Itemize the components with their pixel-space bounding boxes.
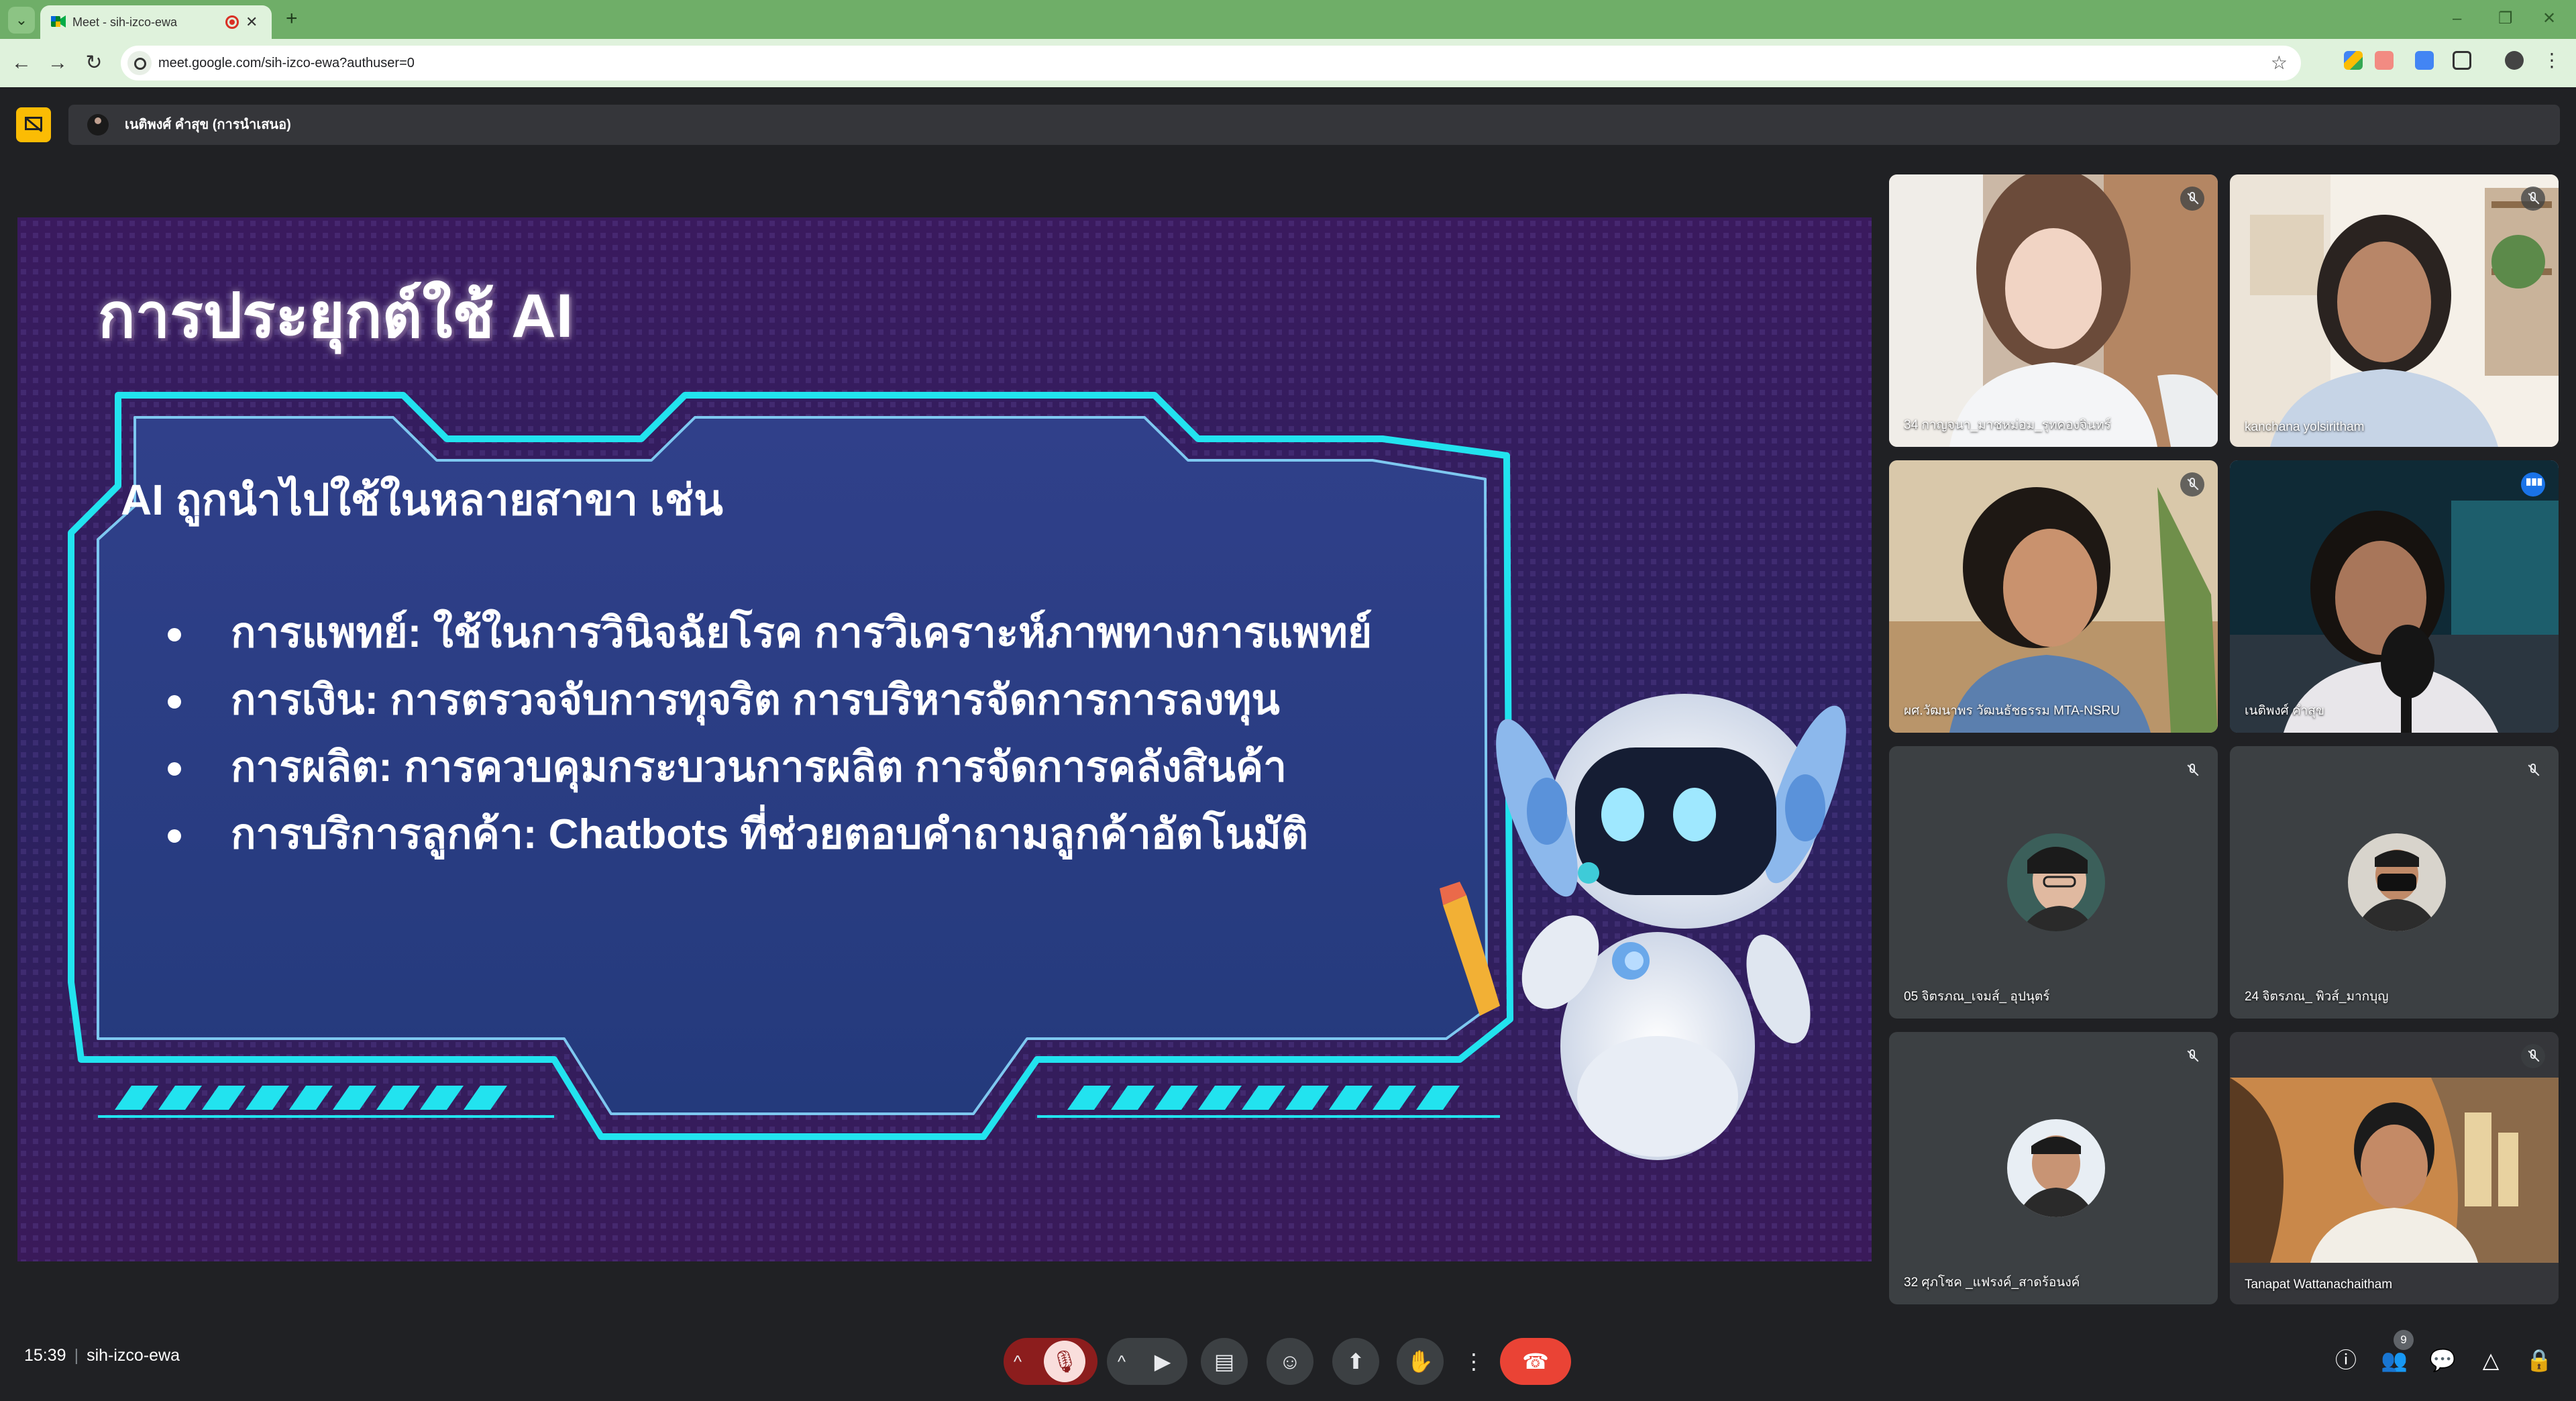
drive-extension-icon[interactable] bbox=[2344, 51, 2363, 70]
meeting-info-icon[interactable]: ⓘ bbox=[2329, 1343, 2363, 1377]
presenter-label: เนติพงศ์ คำสุข (การนำเสนอ) bbox=[125, 117, 291, 132]
video-options-caret[interactable]: ^ bbox=[1107, 1338, 1136, 1385]
mic-off-icon bbox=[2180, 187, 2204, 211]
hand-icon: ✋ bbox=[1407, 1349, 1434, 1373]
slide-title: การประยุกต์ใช้ AI bbox=[98, 282, 574, 350]
meet-favicon-icon bbox=[51, 15, 66, 28]
slide-bullet: การเงิน: การตรวจจับการทุจริต การบริหารจั… bbox=[152, 667, 1372, 734]
shared-slide: การประยุกต์ใช้ AI AI ถูกนำไปใช้ในหลายสาข… bbox=[17, 217, 1872, 1261]
extension-icon[interactable] bbox=[2375, 51, 2394, 70]
host-controls-icon[interactable]: 🔒 bbox=[2522, 1343, 2556, 1377]
tab-title: Meet - sih-izco-ewa bbox=[72, 15, 178, 29]
mic-off-icon bbox=[2180, 472, 2204, 497]
participant-avatar bbox=[2007, 1119, 2105, 1217]
active-tab[interactable]: Meet - sih-izco-ewa ✕ bbox=[40, 5, 272, 39]
participant-tile[interactable]: 32 ศุภโชค _แฟรงค์_สาดร้อนงค์ bbox=[1889, 1032, 2218, 1304]
slide-bullet: การแพทย์: ใช้ในการวินิจฉัยโรค การวิเคราะ… bbox=[152, 600, 1372, 667]
reactions-button[interactable]: ☺ bbox=[1267, 1338, 1313, 1385]
participant-video bbox=[1889, 174, 2218, 447]
url-text[interactable]: meet.google.com/sih-izco-ewa?authuser=0 bbox=[158, 46, 415, 81]
activities-icon[interactable]: △ bbox=[2474, 1343, 2508, 1377]
hang-up-icon: ☎ bbox=[1522, 1349, 1549, 1373]
back-arrow-icon[interactable]: ← bbox=[8, 50, 35, 76]
window-close-button[interactable]: ✕ bbox=[2542, 5, 2556, 32]
slide-bullet-list: การแพทย์: ใช้ในการวินิจฉัยโรค การวิเคราะ… bbox=[152, 600, 1372, 868]
present-screen-icon: ⬆ bbox=[1346, 1349, 1365, 1373]
forward-arrow-icon[interactable]: → bbox=[44, 50, 71, 76]
participant-tile[interactable]: Tanapat Wattanachaitham bbox=[2230, 1032, 2559, 1304]
mic-off-icon bbox=[2180, 758, 2204, 782]
browser-toolbar: ← → ↻ meet.google.com/sih-izco-ewa?authu… bbox=[0, 39, 2576, 87]
tab-close-icon[interactable]: ✕ bbox=[246, 5, 258, 39]
participant-tile[interactable]: 05 จิตรภณ_เจมส์_ อุปนุตร์ bbox=[1889, 746, 2218, 1019]
camera-button[interactable]: ▶ bbox=[1139, 1338, 1186, 1385]
recording-icon bbox=[225, 15, 239, 29]
current-time: 15:39 bbox=[24, 1346, 66, 1365]
participant-tile-active-speaker[interactable]: เนติพงศ์ คำสุข bbox=[2230, 460, 2559, 733]
camera-control: ^ ▶ bbox=[1107, 1338, 1187, 1385]
slide-subtitle: AI ถูกนำไปใช้ในหลายสาขา เช่น bbox=[121, 476, 723, 524]
address-bar[interactable]: meet.google.com/sih-izco-ewa?authuser=0 … bbox=[121, 46, 2301, 81]
minimize-button[interactable]: – bbox=[2453, 5, 2461, 32]
tab-search-button[interactable]: ⌄ bbox=[8, 7, 35, 34]
speaking-indicator-icon bbox=[2521, 472, 2545, 497]
participant-tile[interactable]: 24 จิตรภณ_ พิวส์_มากบุญ bbox=[2230, 746, 2559, 1019]
presenter-bar: เนติพงศ์ คำสุข (การนำเสนอ) bbox=[68, 105, 2560, 145]
stop-presenting-icon[interactable] bbox=[16, 107, 51, 142]
participant-video bbox=[2230, 460, 2559, 733]
mic-off-icon bbox=[2521, 187, 2545, 211]
present-button[interactable]: ⬆ bbox=[1332, 1338, 1379, 1385]
restore-button[interactable]: ❐ bbox=[2498, 5, 2513, 32]
reload-icon[interactable]: ↻ bbox=[80, 50, 107, 76]
mic-off-icon bbox=[2521, 758, 2545, 782]
translate-extension-icon[interactable] bbox=[2415, 51, 2434, 70]
profile-avatar[interactable] bbox=[2505, 51, 2524, 70]
slide-bullet: การผลิต: การควบคุมกระบวนการผลิต การจัดกา… bbox=[152, 734, 1372, 801]
participant-name: kanchana yolsiritham bbox=[2245, 420, 2365, 434]
participant-count-badge: 9 bbox=[2394, 1330, 2414, 1350]
more-options-button[interactable]: ⋮ bbox=[1458, 1338, 1489, 1385]
participant-tile[interactable]: kanchana yolsiritham bbox=[2230, 174, 2559, 447]
captions-icon: ▤ bbox=[1214, 1349, 1235, 1373]
tab-strip: ⌄ Meet - sih-izco-ewa ✕ + – ❐ ✕ bbox=[0, 0, 2576, 39]
participant-name: 05 จิตรภณ_เจมส์_ อุปนุตร์ bbox=[1904, 990, 2050, 1004]
site-info-icon[interactable] bbox=[127, 51, 152, 75]
mic-off-button[interactable]: 🎙 bbox=[1044, 1341, 1085, 1382]
participant-name: ผศ.วัฒนาพร วัฒนธัชธรรม MTA-NSRU bbox=[1904, 704, 2120, 718]
leave-call-button[interactable]: ☎ bbox=[1500, 1338, 1571, 1385]
new-tab-button[interactable]: + bbox=[286, 5, 298, 32]
participant-name: 34 กาญจนา_มาชหม่อม_รุทคองจินทร์ bbox=[1904, 418, 2111, 432]
microphone-control: ^ 🎙 bbox=[1004, 1338, 1097, 1385]
meeting-code: sih-izco-ewa bbox=[87, 1346, 180, 1365]
presenter-avatar bbox=[87, 114, 109, 136]
mic-off-icon bbox=[2521, 1044, 2545, 1068]
chat-icon[interactable]: 💬 bbox=[2426, 1343, 2459, 1377]
browser-menu-icon[interactable]: ⋮ bbox=[2542, 51, 2561, 70]
meeting-details: 15:39 | sih-izco-ewa bbox=[24, 1346, 180, 1365]
participant-name: Tanapat Wattanachaitham bbox=[2245, 1278, 2393, 1292]
extensions-puzzle-icon[interactable] bbox=[2453, 51, 2471, 70]
participant-tile[interactable]: 34 กาญจนา_มาชหม่อม_รุทคองจินทร์ bbox=[1889, 174, 2218, 447]
mic-off-icon bbox=[2180, 1044, 2204, 1068]
participant-video bbox=[1889, 460, 2218, 733]
participant-avatar bbox=[2007, 833, 2105, 931]
participant-video bbox=[2230, 1032, 2559, 1304]
captions-button[interactable]: ▤ bbox=[1201, 1338, 1248, 1385]
bookmark-star-icon[interactable]: ☆ bbox=[2271, 46, 2288, 81]
participant-name: 24 จิตรภณ_ พิวส์_มากบุญ bbox=[2245, 990, 2389, 1004]
participant-avatar bbox=[2348, 833, 2446, 931]
audio-options-caret[interactable]: ^ bbox=[1004, 1338, 1032, 1385]
more-vert-icon: ⋮ bbox=[1463, 1349, 1485, 1373]
participant-name: เนติพงศ์ คำสุข bbox=[2245, 704, 2324, 718]
slide-bullet: การบริการลูกค้า: Chatbots ที่ช่วยตอบคำถา… bbox=[152, 801, 1372, 868]
participant-tile[interactable]: ผศ.วัฒนาพร วัฒนธัชธรรม MTA-NSRU bbox=[1889, 460, 2218, 733]
emoji-icon: ☺ bbox=[1279, 1349, 1301, 1373]
participant-name: 32 ศุภโชค _แฟรงค์_สาดร้อนงค์ bbox=[1904, 1276, 2080, 1290]
raise-hand-button[interactable]: ✋ bbox=[1397, 1338, 1444, 1385]
participant-video bbox=[2230, 174, 2559, 447]
